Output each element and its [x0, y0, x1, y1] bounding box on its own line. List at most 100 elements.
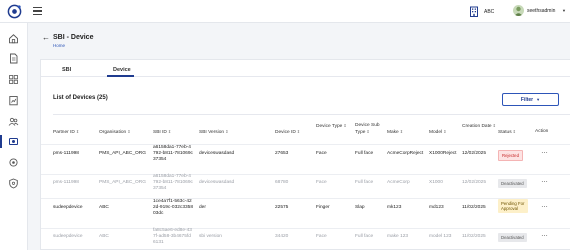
cell-device-id: 34420 [275, 234, 289, 239]
column-header-label: SBI ID [153, 130, 167, 135]
column-header[interactable]: SBI Version⇕ [199, 129, 269, 136]
divider [53, 114, 570, 115]
back-arrow-icon[interactable]: ← [42, 33, 50, 42]
shield-icon[interactable] [8, 178, 19, 189]
cell-device-sub-type: Full face [355, 151, 374, 156]
sort-icon[interactable]: ⇕ [443, 129, 446, 134]
column-header[interactable]: SBI ID⇕ [153, 129, 197, 136]
row-divider [41, 144, 570, 145]
sort-icon[interactable]: ⇕ [225, 129, 228, 134]
report-icon[interactable] [8, 95, 19, 106]
cell-sbi-id: 1ce4a7f1-563c-422d-919c-032c335803dc [153, 199, 194, 216]
more-actions-icon[interactable]: … [541, 231, 548, 238]
cell-device-sub-type: Slap [355, 205, 365, 210]
cell-device-sub-type: Full face [355, 234, 374, 239]
sort-icon[interactable]: ⇕ [168, 129, 171, 134]
cell-sbi-version: der [199, 205, 206, 210]
cell-partner-id: pms-111998 [53, 180, 79, 185]
cell-creation-date: 12/02/2025 [462, 151, 487, 156]
cell-device-sub-type: Full face [355, 180, 374, 185]
page-title: SBI - Device [53, 34, 94, 41]
hamburger-icon[interactable] [33, 7, 42, 15]
status-badge: Deactivated [498, 179, 527, 188]
breadcrumb-home[interactable]: Home [53, 43, 65, 48]
cell-organisation: PMS_API_ABC_ORG [99, 180, 146, 185]
column-header[interactable]: Device ID⇕ [275, 129, 313, 136]
chevron-down-icon[interactable]: ▼ [562, 8, 566, 13]
cell-sbi-version: deviceswasdasd [199, 151, 235, 156]
cell-sbi-version: deviceswasdasd [199, 180, 235, 185]
column-header[interactable]: Device Type⇕ [316, 123, 352, 130]
cell-make: AcmeCorpReject [387, 151, 424, 156]
cell-device-id: 27653 [275, 151, 289, 156]
top-bar: ABC seethsadmin ▼ [0, 0, 570, 23]
status-badge: Rejected [498, 150, 523, 161]
tab-active-indicator [107, 75, 134, 77]
tab-device[interactable]: Device [113, 67, 131, 73]
column-header-label: Action [535, 129, 549, 134]
more-actions-icon[interactable]: … [541, 202, 548, 209]
cell-creation-date: 12/02/2025 [462, 180, 487, 185]
building-icon[interactable] [469, 6, 479, 17]
sidebar-active-indicator [0, 135, 2, 148]
filter-label: Filter [520, 96, 534, 103]
cell-creation-date: 11/02/2025 [462, 205, 486, 210]
cell-device-type: Finger [316, 205, 330, 210]
sort-icon[interactable]: ⇕ [366, 129, 369, 134]
row-divider [41, 174, 570, 175]
sort-icon[interactable]: ⇕ [297, 129, 300, 134]
document-icon[interactable] [8, 53, 19, 64]
tab-sbi[interactable]: SBI [62, 67, 71, 73]
cell-sbi-id: fa8c5ae6-ed8e-437f-ad58-3b4675fd6131 [153, 228, 192, 245]
sort-icon[interactable]: ⇕ [343, 123, 346, 128]
filter-button[interactable]: Filter ▼ [502, 93, 559, 106]
column-header[interactable]: Partner ID⇕ [53, 129, 97, 136]
tab-bar: SBI Device [41, 60, 570, 77]
cell-make: AcmeCorp [387, 180, 410, 185]
column-header[interactable]: Make⇕ [387, 129, 427, 136]
cell-model: X1000 [429, 180, 443, 185]
column-header[interactable]: Model⇕ [429, 129, 461, 136]
cell-partner-id: sudeepdevice [53, 205, 83, 210]
logo-icon [7, 4, 22, 19]
column-header-label: SBI Version [199, 130, 225, 135]
list-title: List of Devices (25) [53, 95, 108, 101]
users-icon[interactable] [8, 116, 19, 127]
settings-icon[interactable] [8, 157, 19, 168]
column-header-label: Organisation [99, 130, 127, 135]
column-header-label: Partner ID [53, 130, 75, 135]
cell-creation-date: 11/02/2025 [462, 234, 486, 239]
sidebar [0, 23, 28, 250]
sort-icon[interactable]: ⇕ [493, 123, 496, 128]
cell-model: model 123 [429, 234, 452, 239]
user-name[interactable]: seethsadmin [527, 8, 555, 14]
sort-icon[interactable]: ⇕ [76, 129, 79, 134]
grid-icon[interactable] [8, 74, 19, 85]
cell-make: mk123 [387, 205, 402, 210]
cell-sbi-version: sbi version [199, 234, 222, 239]
cell-partner-id: pms-111998 [53, 151, 79, 156]
home-icon[interactable] [8, 33, 19, 44]
sort-icon[interactable]: ⇕ [513, 129, 516, 134]
column-header[interactable]: Creation Date⇕ [462, 123, 496, 130]
org-name[interactable]: ABC [484, 9, 494, 15]
cell-device-id: 22575 [275, 205, 289, 210]
sort-icon[interactable]: ⇕ [127, 129, 130, 134]
status-badge: Deactivated [498, 233, 527, 242]
column-header-label: Model [429, 130, 443, 135]
avatar[interactable] [513, 5, 524, 16]
cell-model: X1000Reject [429, 151, 457, 156]
more-actions-icon[interactable]: … [541, 177, 548, 184]
cell-device-type: Face [316, 180, 327, 185]
column-header[interactable]: Organisation⇕ [99, 129, 149, 136]
column-header[interactable]: Device Sub Type⇕ [355, 123, 385, 136]
device-icon[interactable] [8, 136, 19, 147]
cell-device-type: Face [316, 151, 327, 156]
row-divider [41, 198, 570, 199]
column-header[interactable]: Status⇕ [498, 129, 534, 136]
cell-partner-id: sudeepdevice [53, 234, 83, 239]
column-header-label: Device Type [316, 124, 343, 129]
sort-icon[interactable]: ⇕ [400, 129, 403, 134]
more-actions-icon[interactable]: … [541, 148, 548, 155]
cell-device-id: 68780 [275, 180, 289, 185]
